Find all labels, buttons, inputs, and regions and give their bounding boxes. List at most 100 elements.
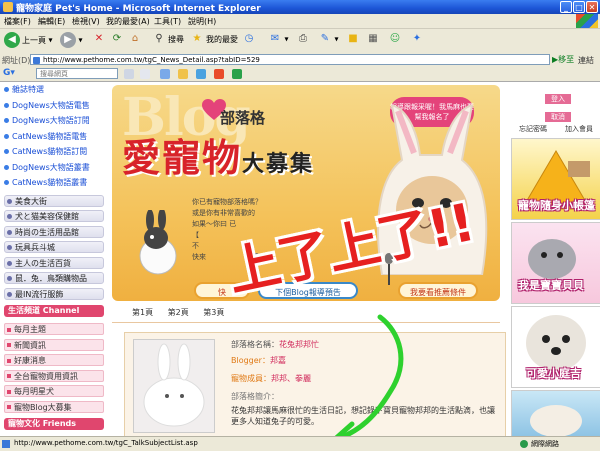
highlight-icon[interactable] bbox=[214, 69, 224, 79]
sidebar-item-19[interactable]: 每月明星犬 bbox=[4, 385, 104, 397]
mail-button[interactable]: ✉ ▾ bbox=[268, 32, 289, 50]
blogger-row: Blogger：邦嘉 bbox=[231, 356, 286, 365]
settings-icon[interactable] bbox=[232, 69, 242, 79]
address-input[interactable]: http://www.pethome.com.tw/tgC_News_Detai… bbox=[30, 54, 550, 65]
ad-cute-dog[interactable]: 可愛小庭吉 bbox=[511, 306, 600, 388]
edit-button[interactable]: ✎ ▾ bbox=[318, 32, 339, 50]
menu-file[interactable]: 檔案(F) bbox=[4, 16, 31, 27]
sidebar-item-3[interactable]: CatNews貓物語電售 bbox=[4, 131, 104, 143]
autofill-icon[interactable] bbox=[196, 69, 206, 79]
discuss-button[interactable]: ✦ bbox=[410, 32, 424, 50]
refresh-icon: ⟳ bbox=[112, 33, 122, 44]
minimize-button[interactable]: _ bbox=[560, 1, 572, 13]
menu-help[interactable]: 說明(H) bbox=[188, 16, 216, 27]
maximize-button[interactable]: □ bbox=[573, 1, 585, 13]
sidebar-item-11[interactable]: 主人の生活百貨 bbox=[4, 256, 104, 269]
ie-icon bbox=[3, 2, 13, 12]
mail-icon: ✉ bbox=[270, 33, 280, 44]
favorites-button[interactable]: ★ 我的最愛 bbox=[190, 32, 238, 50]
forgot-password-link[interactable]: 忘記密碼 bbox=[519, 124, 547, 134]
home-icon: ⌂ bbox=[131, 33, 139, 44]
banner-title: 愛寵物大募集 bbox=[122, 135, 315, 180]
divider bbox=[112, 322, 500, 323]
sidebar-item-4[interactable]: CatNews貓物語訂閱 bbox=[4, 146, 104, 158]
members-row: 寵物成員：邦邦、拳麗 bbox=[231, 374, 311, 383]
menu-bar: 檔案(F) 編輯(E) 檢視(V) 我的最愛(A) 工具(T) 說明(H) bbox=[0, 14, 600, 29]
back-button[interactable]: ◀ 上一頁 ▾ bbox=[4, 32, 53, 50]
sidebar-item-2[interactable]: DogNews大物語訂閱 bbox=[4, 115, 104, 127]
home-button[interactable]: ⌂ bbox=[128, 32, 142, 50]
address-label: 網址(D) bbox=[2, 56, 31, 65]
sidebar-item-8[interactable]: 犬と猫美容保健館 bbox=[4, 210, 104, 222]
sidebar-item-6[interactable]: CatNews貓物語叢書 bbox=[4, 177, 104, 189]
white-rabbit-image bbox=[134, 340, 214, 432]
page-content: 雜誌特選 DogNews大物語電售 DogNews大物語訂閱 CatNews貓物語電售… bbox=[0, 82, 600, 436]
page-2-link[interactable]: 第2頁 bbox=[168, 308, 189, 317]
cancel-button[interactable]: 取消 bbox=[545, 112, 571, 122]
sidebar-item-7[interactable]: 美食大街 bbox=[4, 194, 104, 207]
login-button[interactable]: 登入 bbox=[545, 94, 571, 104]
search-button[interactable]: ⚲ 搜尋 bbox=[152, 32, 184, 50]
ad-pet-photo[interactable] bbox=[511, 390, 600, 436]
sidebar-item-18[interactable]: 全台寵物資用資訊 bbox=[4, 369, 104, 382]
refresh-button[interactable]: ⟳ bbox=[110, 32, 124, 50]
ad-pet-tent[interactable]: 寵物隨身小帳篷 bbox=[511, 138, 600, 220]
folder-icon: ■ bbox=[348, 33, 358, 44]
web-search-input[interactable]: 搜尋網頁 bbox=[36, 68, 118, 79]
title-bar: 寵物家庭 Pet's Home - Microsoft Internet Exp… bbox=[0, 0, 600, 14]
sidebar-item-0[interactable]: 雜誌特選 bbox=[4, 84, 104, 96]
sidebar-item-9[interactable]: 時尚の生活用品館 bbox=[4, 225, 104, 238]
search-go-icon[interactable] bbox=[124, 69, 134, 79]
menu-edit[interactable]: 編輯(E) bbox=[38, 16, 65, 27]
sidebar-item-1[interactable]: DogNews大物語電售 bbox=[4, 100, 104, 112]
menu-view[interactable]: 檢視(V) bbox=[72, 16, 100, 27]
print-icon: ⎙ bbox=[299, 33, 307, 44]
ad-baby-pet[interactable]: 我是寶寶貝貝 bbox=[511, 222, 600, 304]
status-url: http://www.pethome.com.tw/tgC_TalkSubjec… bbox=[2, 439, 198, 448]
print-button[interactable]: ⎙ bbox=[296, 32, 310, 50]
sidebar-item-12[interactable]: 鼠．兔．鳥類購物品 bbox=[4, 272, 104, 284]
stop-icon: ✕ bbox=[94, 33, 104, 44]
internet-zone: 網際網路 bbox=[520, 439, 559, 449]
sidebar-item-20[interactable]: 寵物Blog大募集 bbox=[4, 400, 104, 413]
sidebar-item-16[interactable]: 新聞資訊 bbox=[4, 338, 104, 351]
folder-button[interactable]: ■ bbox=[346, 32, 360, 50]
go-button[interactable]: ▶移至 bbox=[552, 54, 574, 65]
sidebar-item-15[interactable]: 每月主題 bbox=[4, 323, 104, 335]
discuss-icon: ✦ bbox=[412, 33, 422, 44]
close-button[interactable]: ✕ bbox=[586, 1, 598, 13]
menu-tools[interactable]: 工具(T) bbox=[154, 16, 181, 27]
standard-toolbar: ◀ 上一頁 ▾ ▶ ▾ ✕ ⟳ ⌂ ⚲ 搜尋 ★ 我的最愛 ◷ ✉ ▾ ⎙ ✎ ▾ ■… bbox=[0, 29, 600, 54]
sidebar-item-13[interactable]: 最IN流行服飾 bbox=[4, 287, 104, 300]
right-sidebar: 登入 取消 忘記密碼 加入會員 寵物隨身小帳篷 我是寶寶貝貝 可愛小庭吉 bbox=[505, 82, 600, 436]
links-button[interactable]: 連結 bbox=[578, 55, 594, 66]
star-icon: ★ bbox=[192, 33, 202, 44]
left-navigation: 雜誌特選 DogNews大物語電售 DogNews大物語訂閱 CatNews貓物語電售… bbox=[0, 82, 108, 436]
back-arrow-icon: ◀ bbox=[4, 32, 20, 48]
edit-icon: ✎ bbox=[320, 33, 330, 44]
toolbar-option-icon[interactable] bbox=[140, 69, 150, 79]
history-button[interactable]: ◷ bbox=[242, 32, 256, 50]
rabbit-image bbox=[139, 210, 177, 275]
research-button[interactable]: ▦ bbox=[366, 32, 380, 50]
recommend-criteria-button[interactable]: 我要看推薦條件 bbox=[398, 282, 478, 299]
stop-button[interactable]: ✕ bbox=[92, 32, 106, 50]
sidebar-item-14[interactable]: 生活頻道 Channel bbox=[4, 305, 104, 317]
menu-favorites[interactable]: 我的最愛(A) bbox=[106, 16, 150, 27]
sidebar-item-10[interactable]: 玩具兵斗城 bbox=[4, 241, 104, 253]
blog-profile-card: 部落格名稱：花兔邦邦忙 Blogger：邦嘉 寵物成員：邦邦、拳麗 部落格簡介：… bbox=[124, 332, 506, 436]
popup-block-icon[interactable] bbox=[178, 69, 188, 79]
sidebar-item-5[interactable]: DogNews大物語叢書 bbox=[4, 162, 104, 174]
messenger-icon: ☺ bbox=[389, 33, 401, 44]
sidebar-item-17[interactable]: 好康消息 bbox=[4, 354, 104, 366]
page-3-link[interactable]: 第3頁 bbox=[203, 308, 224, 317]
messenger-button[interactable]: ☺ bbox=[388, 32, 402, 50]
join-member-link[interactable]: 加入會員 bbox=[565, 124, 593, 134]
desc-label: 部落格簡介： bbox=[231, 392, 279, 401]
forward-button[interactable]: ▶ ▾ bbox=[60, 32, 83, 50]
sidebar-item-21[interactable]: 寵物文化 Friends bbox=[4, 418, 104, 430]
rabbit-photo[interactable] bbox=[133, 339, 215, 433]
page-1-link[interactable]: 第1頁 bbox=[132, 308, 153, 317]
search-icon: ⚲ bbox=[155, 33, 163, 44]
blog-name-link[interactable]: 花兔邦邦忙 bbox=[279, 340, 319, 349]
